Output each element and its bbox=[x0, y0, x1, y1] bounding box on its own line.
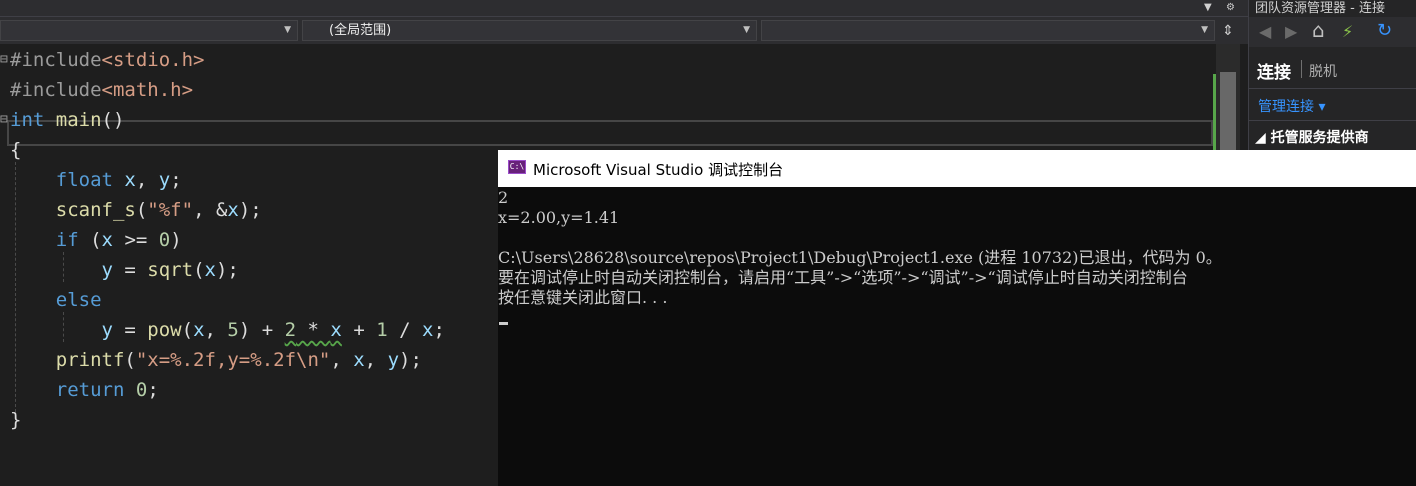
chevron-down-icon: ▼ bbox=[1201, 25, 1208, 35]
offline-link[interactable]: 脱机 bbox=[1309, 61, 1337, 81]
manage-connections-link[interactable]: 管理连接 ▾ bbox=[1258, 96, 1325, 116]
divider bbox=[1301, 60, 1302, 78]
plug-icon[interactable]: ⚡ bbox=[1342, 22, 1353, 41]
console-line: 按任意键关闭此窗口. . . bbox=[498, 288, 668, 307]
code-line[interactable]: return 0; bbox=[10, 375, 159, 405]
code-line[interactable]: scanf_s("%f", &x); bbox=[10, 195, 262, 225]
console-title-bar[interactable]: C:\ Microsoft Visual Studio 调试控制台 bbox=[498, 150, 1416, 187]
code-line[interactable]: y = pow(x, 5) + 2 * x + 1 / x; bbox=[10, 315, 445, 345]
console-title: Microsoft Visual Studio 调试控制台 bbox=[533, 161, 784, 179]
scope-dropdown-label: (全局范围) bbox=[329, 23, 392, 38]
fold-toggle-icon[interactable]: ⊟ bbox=[0, 112, 9, 127]
code-line[interactable]: float x, y; bbox=[10, 165, 182, 195]
code-line[interactable]: if (x >= 0) bbox=[10, 225, 182, 255]
code-line[interactable]: else bbox=[10, 285, 102, 315]
member-dropdown[interactable]: ▼ bbox=[761, 20, 1215, 41]
chevron-down-icon: ▼ bbox=[743, 25, 750, 35]
code-line[interactable]: int main() bbox=[10, 105, 124, 135]
change-indicator bbox=[1213, 74, 1216, 150]
home-icon[interactable]: ⌂ bbox=[1312, 18, 1325, 42]
console-line: 要在调试停止时自动关闭控制台，请启用“工具”->“选项”->“调试”->“调试停… bbox=[498, 268, 1188, 287]
debug-console-window[interactable]: C:\ Microsoft Visual Studio 调试控制台 2 x=2.0… bbox=[498, 150, 1416, 486]
hosted-providers-section[interactable]: ◢ 托管服务提供商 bbox=[1255, 127, 1369, 147]
chevron-down-icon: ▼ bbox=[284, 25, 291, 35]
dropdown-arrow-icon[interactable]: ▼ bbox=[1204, 2, 1212, 13]
console-cursor bbox=[499, 322, 508, 325]
forward-icon[interactable]: ▶ bbox=[1285, 22, 1297, 41]
console-app-icon: C:\ bbox=[508, 160, 526, 174]
scrollbar-thumb[interactable] bbox=[1220, 72, 1236, 152]
code-line[interactable]: #include<stdio.h> bbox=[10, 45, 204, 75]
console-line: 2 bbox=[498, 188, 509, 207]
divider bbox=[1249, 120, 1416, 121]
console-line: C:\Users\28628\source\repos\Project1\Deb… bbox=[498, 248, 1222, 267]
back-icon[interactable]: ◀ bbox=[1259, 22, 1271, 41]
code-line[interactable]: printf("x=%.2f,y=%.2f\n", x, y); bbox=[10, 345, 422, 375]
top-toolbar: ▼ ⚙ bbox=[0, 0, 1248, 17]
code-line[interactable]: } bbox=[10, 405, 21, 435]
panel-title: 团队资源管理器 - 连接 bbox=[1255, 1, 1385, 16]
connect-heading: 连接 bbox=[1257, 63, 1291, 83]
navigation-bar: ▼ (全局范围) ▼ ▼ bbox=[0, 17, 1248, 44]
divider bbox=[1249, 88, 1416, 89]
panel-toolbar: ◀ ▶ ⌂ ⚡ ↻ bbox=[1249, 17, 1416, 47]
code-line[interactable]: #include<math.h> bbox=[10, 75, 193, 105]
current-line-highlight bbox=[7, 120, 1213, 146]
gear-icon[interactable]: ⚙ bbox=[1226, 2, 1235, 13]
scope-dropdown[interactable]: (全局范围) ▼ bbox=[302, 20, 757, 41]
project-dropdown[interactable]: ▼ bbox=[0, 20, 298, 41]
fold-toggle-icon[interactable]: ⊟ bbox=[0, 52, 9, 67]
code-line[interactable]: { bbox=[10, 135, 21, 165]
console-line: x=2.00,y=1.41 bbox=[498, 208, 620, 227]
split-window-button[interactable]: ⇕ bbox=[1216, 20, 1240, 42]
refresh-icon[interactable]: ↻ bbox=[1377, 20, 1392, 41]
code-line[interactable]: y = sqrt(x); bbox=[10, 255, 239, 285]
